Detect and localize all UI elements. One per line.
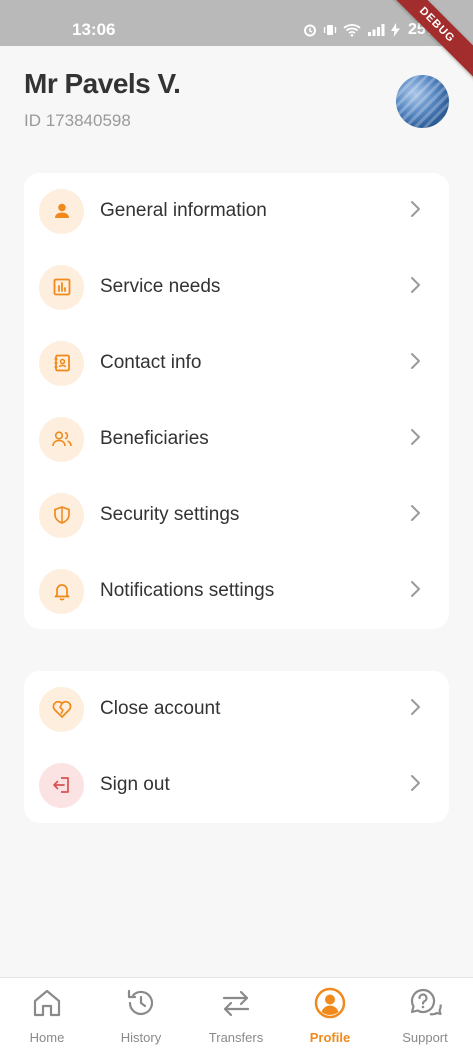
history-icon [124,986,158,1020]
profile-icon [313,986,347,1020]
chevron-right-icon [409,275,421,300]
chevron-right-icon [409,773,421,798]
chevron-right-icon [409,503,421,528]
nav-profile[interactable]: Profile [283,978,377,1050]
menu-item-label: Notifications settings [100,580,275,601]
bar-chart-icon [39,264,84,310]
user-name: Mr Pavels V. [24,68,181,99]
nav-history[interactable]: History [94,978,188,1050]
signal-icon [367,23,385,37]
home-icon [30,986,64,1020]
transfer-arrows-icon [219,986,253,1020]
menu-item-label: Service needs [100,276,221,297]
menu-item-notifications-settings[interactable]: Notifications settings [24,553,449,629]
nav-home[interactable]: Home [0,978,94,1050]
alarm-icon [303,23,317,37]
nav-label: Home [29,1030,65,1045]
menu-item-service-needs[interactable]: Service needs [24,249,449,325]
chevron-right-icon [409,427,421,452]
menu-item-label: Close account [100,698,221,719]
shield-icon [39,492,84,538]
status-bar: 13:06 25% DEBUG [0,0,473,83]
avatar[interactable] [396,75,449,128]
nav-label: History [120,1030,162,1045]
user-id: ID 173840598 [24,111,131,130]
bottom-navigation: Home History Transfers Profile Support [0,977,473,1050]
menu-item-label: Security settings [100,504,240,525]
contact-book-icon [39,340,84,386]
chevron-right-icon [409,351,421,376]
vibrate-icon [323,23,337,37]
broken-heart-icon [39,686,84,732]
chevron-right-icon [409,199,421,224]
charging-icon [391,23,400,37]
menu-item-beneficiaries[interactable]: Beneficiaries [24,401,449,477]
nav-label: Transfers [208,1030,264,1045]
status-time: 13:06 [72,20,116,39]
menu-item-close-account[interactable]: Close account [24,671,449,747]
menu-item-general-information[interactable]: General information [24,173,449,249]
support-chat-icon [408,986,442,1020]
account-menu-card: Close account Sign out [24,671,449,823]
people-icon [39,416,84,462]
nav-label: Support [402,1030,448,1045]
profile-menu-card: General information Service needs Contac… [24,173,449,629]
chevron-right-icon [409,697,421,722]
debug-banner: DEBUG [379,0,473,83]
menu-item-label: General information [100,200,267,221]
sign-out-icon [39,762,84,808]
menu-item-contact-info[interactable]: Contact info [24,325,449,401]
person-icon [39,188,84,234]
bell-icon [39,568,84,614]
nav-label: Profile [309,1030,351,1045]
nav-transfers[interactable]: Transfers [189,978,283,1050]
menu-item-label: Sign out [100,774,170,795]
menu-item-sign-out[interactable]: Sign out [24,747,449,823]
menu-item-label: Contact info [100,352,202,373]
wifi-icon [343,23,361,37]
chevron-right-icon [409,579,421,604]
menu-item-security-settings[interactable]: Security settings [24,477,449,553]
menu-item-label: Beneficiaries [100,428,209,449]
nav-support[interactable]: Support [378,978,472,1050]
